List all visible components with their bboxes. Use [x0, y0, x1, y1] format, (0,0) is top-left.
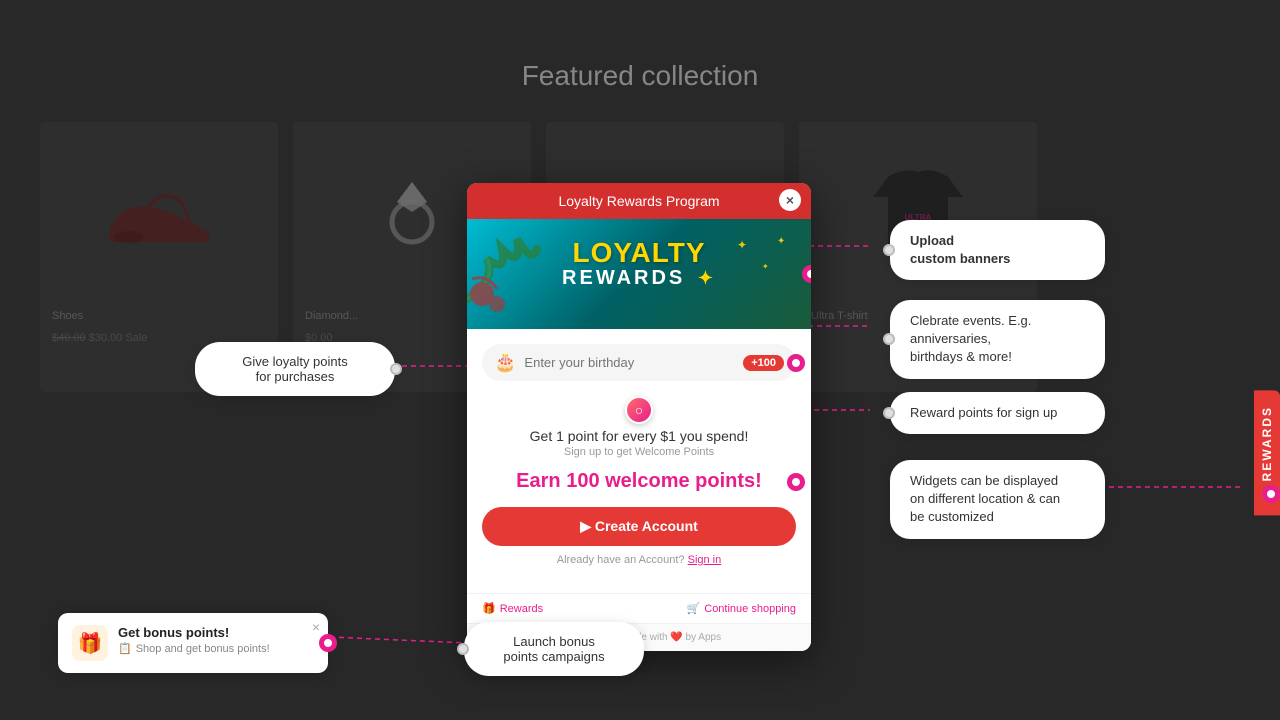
launch-bonus-annotation: Launch bonuspoints campaigns	[464, 622, 644, 676]
already-account-text: Already have an Account? Sign in	[482, 554, 796, 566]
bonus-right-dot	[321, 636, 335, 650]
birthday-connector-dot	[789, 356, 803, 370]
sign-in-link[interactable]: Sign in	[688, 554, 722, 566]
bonus-close-button[interactable]: ×	[312, 619, 320, 635]
cart-icon: 🛒	[687, 602, 701, 615]
bonus-icon-wrap: 🎁	[72, 625, 108, 661]
points-badge: +100	[743, 355, 784, 371]
upload-banners-text: Uploadcustom banners	[910, 233, 1010, 266]
banner-connector-dot	[804, 267, 811, 281]
modal-close-button[interactable]: ×	[779, 189, 801, 211]
loyalty-modal: Loyalty Rewards Program × ✦ ✦ ✦ LOYALTY	[467, 183, 811, 651]
welcome-connector-dot	[789, 475, 803, 489]
earn-icon: ○	[625, 396, 653, 424]
birthday-icon: 🎂	[494, 352, 516, 373]
celebrate-events-annotation: Clebrate events. E.g. anniversaries,birt…	[890, 300, 1105, 379]
modal-header: Loyalty Rewards Program ×	[467, 183, 811, 219]
welcome-points-text: Earn 100 welcome points!	[482, 470, 796, 493]
modal-body: 🎂 +100 ○ Get 1 point for every $1 you sp…	[467, 329, 811, 593]
banner-text: LOYALTY REWARDS ✦	[482, 239, 796, 290]
earn-text: Get 1 point for every $1 you spend!	[482, 428, 796, 444]
celebrate-events-text: Clebrate events. E.g. anniversaries,birt…	[910, 313, 1031, 364]
continue-shopping-link[interactable]: 🛒 Continue shopping	[687, 602, 796, 615]
bonus-list-icon: 📋	[118, 642, 132, 655]
earn-section: ○ Get 1 point for every $1 you spend! Si…	[482, 396, 796, 458]
bonus-widget: 🎁 Get bonus points! 📋 Shop and get bonus…	[58, 613, 328, 673]
modal-footer: 🎁 Rewards 🛒 Continue shopping	[467, 593, 811, 623]
bonus-title: Get bonus points!	[118, 625, 270, 640]
upload-banners-annotation: Uploadcustom banners	[890, 220, 1105, 280]
rewards-tab-label: REWARDS	[1260, 406, 1274, 481]
birthday-input[interactable]	[524, 355, 735, 370]
birthday-row: 🎂 +100	[482, 344, 796, 381]
rewards-icon: 🎁	[482, 602, 496, 615]
reward-signup-annotation: Reward points for sign up	[890, 392, 1105, 434]
bonus-gift-icon: 🎁	[78, 631, 103, 656]
reward-left-dot	[883, 407, 895, 419]
reward-signup-text: Reward points for sign up	[910, 405, 1057, 420]
banner-rewards-text: REWARDS ✦	[482, 267, 796, 290]
launch-left-dot	[457, 643, 469, 655]
upload-left-dot	[883, 244, 895, 256]
modal-banner: ✦ ✦ ✦ LOYALTY REWARDS ✦	[467, 219, 811, 329]
widgets-edge-dot	[1264, 487, 1278, 501]
give-right-dot	[390, 363, 402, 375]
bonus-text-wrap: Get bonus points! 📋 Shop and get bonus p…	[118, 625, 270, 655]
earn-sub: Sign up to get Welcome Points	[482, 446, 796, 458]
widgets-annotation: Widgets can be displayedon different loc…	[890, 460, 1105, 539]
bonus-sub: 📋 Shop and get bonus points!	[118, 642, 270, 655]
banner-loyalty-text: LOYALTY	[482, 239, 796, 267]
create-account-button[interactable]: ▶ Create Account	[482, 507, 796, 546]
give-loyalty-text: Give loyalty pointsfor purchases	[242, 354, 348, 384]
give-loyalty-points-annotation: Give loyalty pointsfor purchases	[195, 342, 395, 396]
rewards-link[interactable]: 🎁 Rewards	[482, 602, 543, 615]
launch-bonus-text: Launch bonuspoints campaigns	[503, 634, 604, 664]
modal-title: Loyalty Rewards Program	[558, 193, 719, 209]
widgets-text: Widgets can be displayedon different loc…	[910, 473, 1060, 524]
celebrate-left-dot	[883, 333, 895, 345]
